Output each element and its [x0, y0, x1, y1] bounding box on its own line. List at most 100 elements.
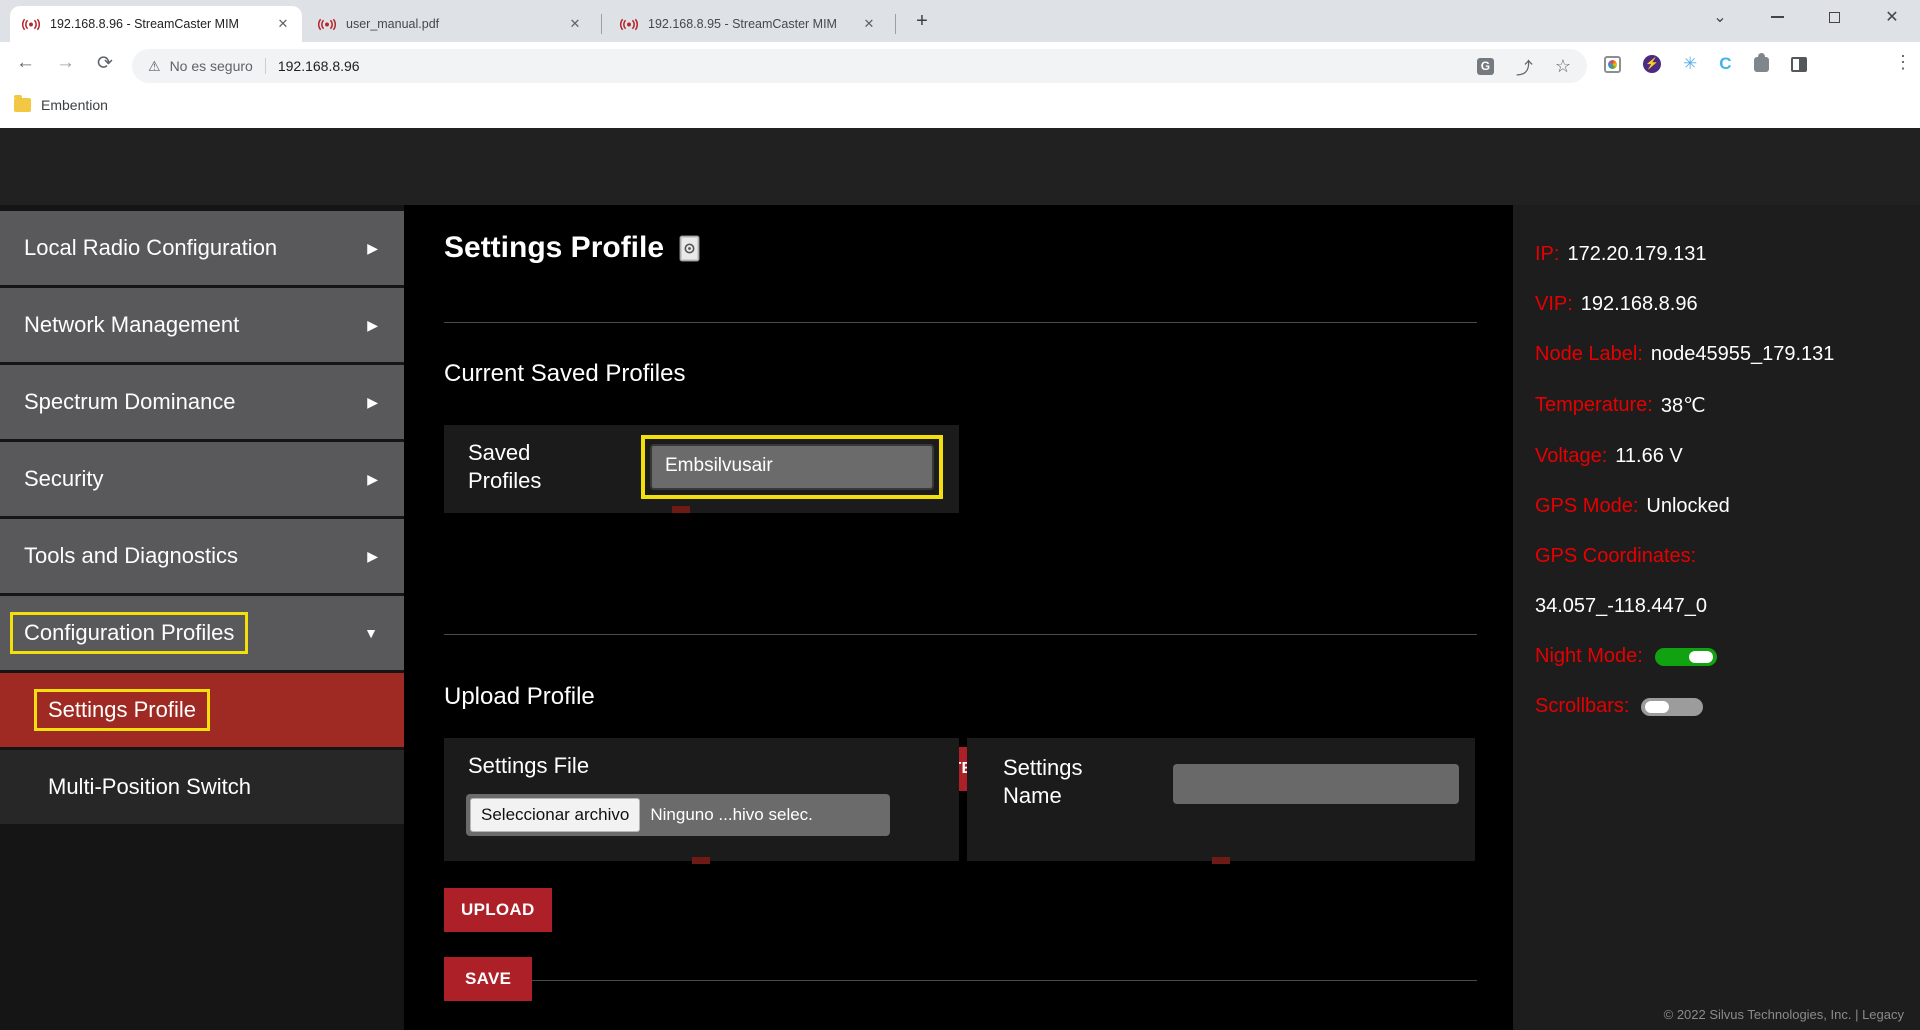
left-navigation: Local Radio Configuration ▶ Network Mana… — [0, 205, 404, 1030]
sidebar-subitem-settings-profile[interactable]: Settings Profile — [0, 673, 404, 747]
forward-icon[interactable]: → — [56, 52, 75, 74]
info-label: Voltage: — [1535, 445, 1607, 468]
extensions-puzzle-icon[interactable] — [1754, 57, 1769, 72]
info-row-ip: IP: 172.20.179.131 — [1535, 243, 1920, 266]
tab-close-icon[interactable]: ✕ — [860, 15, 878, 33]
chevron-right-icon: ▶ — [367, 317, 378, 334]
saved-profiles-panel: Saved Profiles Embsilvusair — [444, 425, 959, 513]
info-row-night-mode: Night Mode: — [1535, 645, 1920, 668]
browser-menu-icon[interactable]: ⋮ — [1894, 52, 1912, 73]
info-label: GPS Coordinates: — [1535, 545, 1696, 568]
side-panel-icon[interactable] — [1791, 57, 1807, 72]
window-close-button[interactable]: ✕ — [1869, 0, 1915, 36]
info-value: Unlocked — [1646, 495, 1729, 518]
streamcaster-favicon — [618, 18, 640, 31]
sidebar-item-label: Local Radio Configuration — [24, 235, 277, 261]
info-value: 172.20.179.131 — [1567, 243, 1706, 266]
window-minimize-button[interactable] — [1754, 0, 1800, 36]
red-marker — [672, 506, 690, 513]
bookmark-folder-icon — [14, 98, 31, 112]
tutorial-highlight-box: Configuration Profiles — [10, 612, 248, 654]
asterisk-extension-icon[interactable]: ✳ — [1683, 54, 1697, 74]
info-row-gps-coordinates: GPS Coordinates: — [1535, 545, 1920, 568]
info-value: node45955_179.131 — [1651, 343, 1835, 366]
chevron-right-icon: ▶ — [367, 240, 378, 257]
tab-user-manual[interactable]: user_manual.pdf ✕ — [306, 6, 594, 42]
file-input[interactable]: Seleccionar archivo Ninguno ...hivo sele… — [466, 794, 890, 836]
choose-file-button[interactable]: Seleccionar archivo — [470, 798, 640, 832]
tab-separator — [895, 14, 896, 34]
security-text: No es seguro — [170, 58, 253, 74]
scrollbars-toggle[interactable] — [1641, 698, 1703, 716]
section-divider — [444, 634, 1477, 635]
info-row-scrollbars: Scrollbars: — [1535, 695, 1920, 718]
c-extension-icon[interactable]: C — [1719, 54, 1731, 74]
red-marker — [1212, 857, 1230, 864]
browser-toolbar: ← → ⟳ ⚠ No es seguro 192.168.8.96 G ⤴ ☆ … — [0, 42, 1920, 90]
bookmark-embention[interactable]: Embention — [14, 97, 108, 113]
info-label: Temperature: — [1535, 394, 1653, 417]
upload-button[interactable]: UPLOAD — [444, 888, 552, 932]
sidebar-subitem-label: Multi-Position Switch — [48, 774, 251, 800]
tab-close-icon[interactable]: ✕ — [566, 15, 584, 33]
red-marker — [692, 857, 710, 864]
sidebar-item-spectrum-dominance[interactable]: Spectrum Dominance ▶ — [0, 365, 404, 439]
settings-name-label: Settings Name — [1003, 754, 1133, 810]
info-label: Scrollbars: — [1535, 695, 1629, 718]
info-value: 38℃ — [1661, 393, 1706, 418]
tab-separator — [601, 14, 602, 34]
sidebar-subitem-multi-position-switch[interactable]: Multi-Position Switch — [0, 750, 404, 824]
url-text[interactable]: 192.168.8.96 — [278, 58, 360, 74]
save-button[interactable]: SAVE — [444, 957, 532, 1001]
new-tab-button[interactable]: + — [908, 8, 936, 36]
settings-file-label: Settings File — [468, 752, 688, 780]
minimize-icon — [1771, 16, 1784, 18]
tutorial-highlight-box: Embsilvusair — [641, 435, 943, 499]
info-row-temperature: Temperature: 38℃ — [1535, 393, 1920, 418]
section-divider — [444, 322, 1477, 323]
restore-icon — [1829, 12, 1840, 23]
sidebar-item-label: Tools and Diagnostics — [24, 543, 238, 569]
settings-name-input[interactable] — [1173, 764, 1459, 804]
sidebar-item-tools-and-diagnostics[interactable]: Tools and Diagnostics ▶ — [0, 519, 404, 593]
tab-close-icon[interactable]: ✕ — [274, 15, 292, 33]
info-value: 34.057_-118.447_0 — [1535, 595, 1707, 618]
info-label: Node Label: — [1535, 343, 1643, 366]
file-status-text: Ninguno ...hivo selec. — [650, 805, 813, 825]
sidebar-item-label: Spectrum Dominance — [24, 389, 236, 415]
address-bar[interactable]: ⚠ No es seguro 192.168.8.96 G ⤴ ☆ — [132, 49, 1587, 83]
reload-icon[interactable]: ⟳ — [97, 52, 113, 75]
main-content: Settings Profile Current Saved Profiles … — [404, 205, 1513, 1030]
not-secure-warning-icon: ⚠ — [148, 58, 161, 75]
saved-profiles-select[interactable]: Embsilvusair — [650, 444, 934, 490]
bookmark-star-icon[interactable]: ☆ — [1555, 56, 1571, 77]
photos-extension-icon[interactable] — [1604, 56, 1621, 73]
site-header: SiLVUS TECHNOLOGIES — [0, 128, 1920, 205]
translate-icon[interactable]: G — [1477, 58, 1494, 75]
info-label: GPS Mode: — [1535, 495, 1638, 518]
upload-profile-heading: Upload Profile — [444, 683, 595, 711]
sidebar-item-security[interactable]: Security ▶ — [0, 442, 404, 516]
streamcaster-favicon — [20, 18, 42, 31]
info-label: VIP: — [1535, 293, 1573, 316]
info-row-gps-mode: GPS Mode: Unlocked — [1535, 495, 1920, 518]
tab-active[interactable]: 192.168.8.96 - StreamCaster MIM ✕ — [10, 6, 302, 42]
night-mode-toggle[interactable] — [1655, 648, 1717, 666]
sidebar-item-configuration-profiles[interactable]: Configuration Profiles ▼ — [0, 596, 404, 670]
tab-search-chevron-icon[interactable]: ⌄ — [1697, 0, 1743, 36]
browser-tabstrip: 192.168.8.96 - StreamCaster MIM ✕ user_m… — [0, 0, 1920, 42]
manual-book-icon[interactable] — [678, 235, 701, 262]
lightning-extension-icon[interactable]: ⚡ — [1643, 55, 1661, 73]
chevron-right-icon: ▶ — [367, 394, 378, 411]
share-icon[interactable]: ⤴ — [1516, 54, 1533, 79]
tab-title: 192.168.8.96 - StreamCaster MIM — [50, 17, 266, 31]
tutorial-highlight-box: Settings Profile — [34, 689, 210, 731]
back-icon[interactable]: ← — [16, 52, 35, 74]
page-title-text: Settings Profile — [444, 231, 664, 265]
sidebar-item-label: Network Management — [24, 312, 239, 338]
tab-streamcaster-95[interactable]: 192.168.8.95 - StreamCaster MIM ✕ — [608, 6, 888, 42]
sidebar-item-network-management[interactable]: Network Management ▶ — [0, 288, 404, 362]
window-restore-button[interactable] — [1811, 0, 1857, 36]
settings-name-panel: Settings Name — [967, 738, 1475, 861]
sidebar-item-local-radio-configuration[interactable]: Local Radio Configuration ▶ — [0, 211, 404, 285]
